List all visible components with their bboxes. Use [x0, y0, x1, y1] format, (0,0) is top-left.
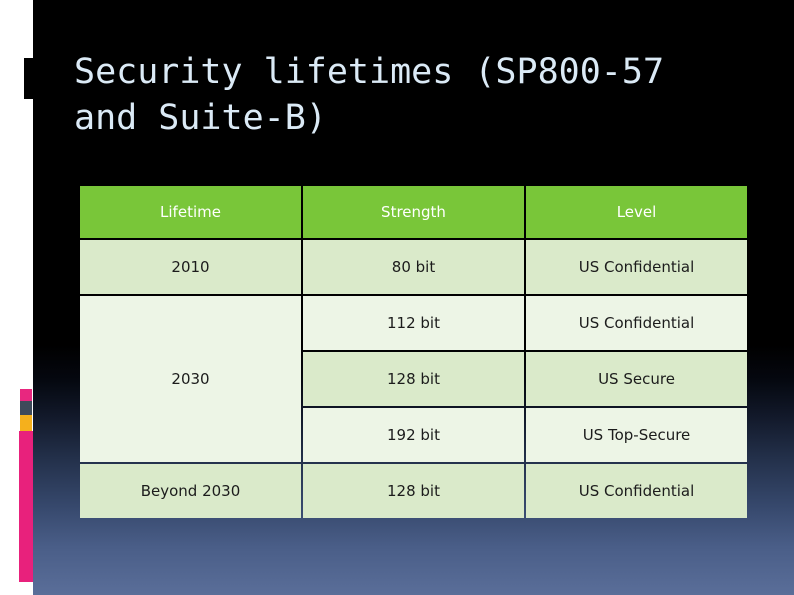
column-header-lifetime: Lifetime: [80, 186, 301, 238]
cell-strength: 80 bit: [303, 240, 524, 294]
table-row: Beyond 2030 128 bit US Confidential: [80, 464, 747, 518]
cell-strength: 128 bit: [303, 464, 524, 518]
slide-canvas: Security lifetimes (SP800-57 and Suite-B…: [0, 0, 794, 595]
rail-chip-pink: [20, 389, 32, 401]
rail-chip-gold: [20, 415, 32, 431]
cell-lifetime: 2030: [80, 296, 301, 462]
cell-level: US Confidential: [526, 240, 747, 294]
cell-lifetime: 2010: [80, 240, 301, 294]
cell-strength: 112 bit: [303, 296, 524, 350]
rail-black-block: [24, 58, 34, 99]
rail-bar-pink: [19, 431, 33, 582]
table-row: 2030 112 bit US Confidential: [80, 296, 747, 462]
column-header-level: Level: [526, 186, 747, 238]
cell-level: US Secure: [526, 352, 747, 406]
cell-level: US Top-Secure: [526, 408, 747, 462]
table-header-row: Lifetime Strength Level: [80, 186, 747, 238]
rail-chip-slate: [20, 401, 32, 415]
table-body: 2010 80 bit US Confidential 2030 112 bit…: [80, 240, 747, 518]
table-header: Lifetime Strength Level: [80, 186, 747, 238]
column-header-strength: Strength: [303, 186, 524, 238]
table-row: 2010 80 bit US Confidential: [80, 240, 747, 294]
cell-strength: 192 bit: [303, 408, 524, 462]
cell-level: US Confidential: [526, 464, 747, 518]
cell-strength: 128 bit: [303, 352, 524, 406]
cell-level: US Confidential: [526, 296, 747, 350]
slide-title: Security lifetimes (SP800-57 and Suite-B…: [74, 52, 686, 138]
security-lifetimes-table: Lifetime Strength Level 2010 80 bit US C…: [78, 184, 749, 520]
cell-lifetime: Beyond 2030: [80, 464, 301, 518]
